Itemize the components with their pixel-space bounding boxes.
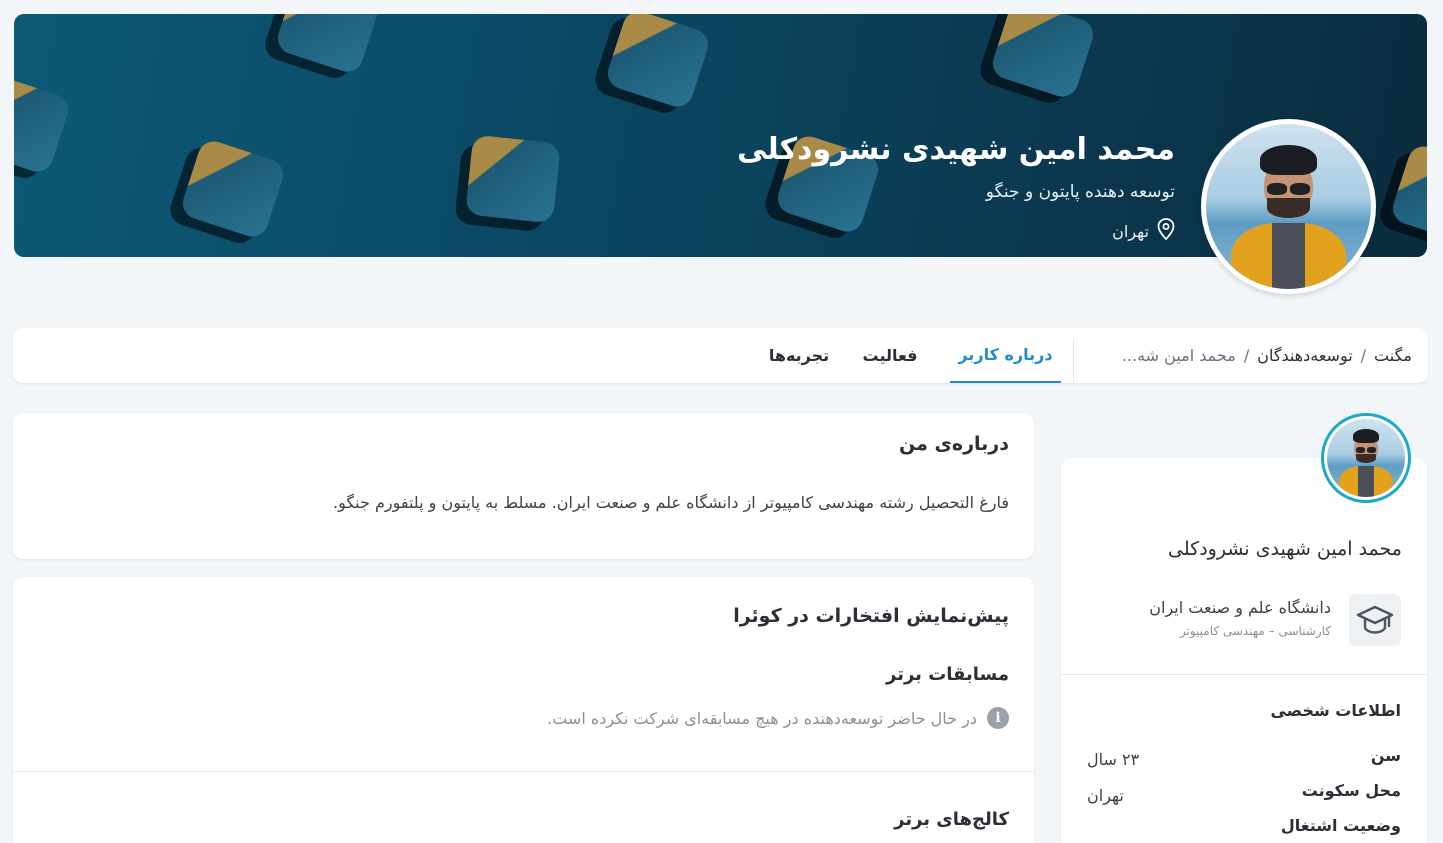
section-divider [13, 771, 1034, 772]
profile-location: تهران [1112, 218, 1175, 244]
location-text: تهران [1112, 221, 1149, 241]
profile-avatar [1201, 119, 1376, 294]
cover-decoration [178, 137, 288, 241]
cover-decoration [14, 72, 73, 176]
competitions-empty-note: i در حال حاضر توسعه‌دهنده در هیچ مسابقه‌… [547, 707, 1009, 729]
about-me-card: درباره‌ی من فارغ التحصیل رشته مهندسی کام… [13, 413, 1034, 559]
cover-decoration [988, 14, 1098, 101]
cover-decoration [273, 14, 383, 76]
profile-name: محمد امین شهیدی نشرودکلی [737, 132, 1175, 167]
sidebar-profile-name: محمد امین شهیدی نشرودکلی [1168, 538, 1402, 560]
about-me-text: فارغ التحصیل رشته مهندسی کامپیوتر از دان… [332, 493, 1009, 512]
tab-experiences[interactable]: تجربه‌ها [743, 328, 855, 383]
breadcrumb-home-link[interactable]: مگنت [1374, 346, 1412, 365]
residence-label: محل سکونت [1301, 781, 1401, 800]
breadcrumb-separator: / [1360, 346, 1367, 365]
avatar-image [1206, 124, 1371, 289]
profile-role: توسعه دهنده پایتون و جنگو [985, 182, 1175, 202]
profile-navigation-bar: مگنت / توسعه‌دهندگان / محمد امین شه... د… [13, 328, 1428, 383]
sidebar-profile-card: محمد امین شهیدی نشرودکلی دانشگاه علم و ص… [1061, 458, 1427, 843]
breadcrumb-separator: / [1243, 346, 1250, 365]
location-pin-icon [1157, 218, 1175, 244]
sidebar-avatar [1321, 413, 1411, 503]
avatar-image [1327, 419, 1405, 497]
achievements-title: پیش‌نمایش افتخارات در کوئرا [733, 605, 1009, 627]
employment-status-label: وضعیت اشتغال [1280, 816, 1401, 835]
competitions-empty-text: در حال حاضر توسعه‌دهنده در هیچ مسابقه‌ای… [547, 708, 977, 728]
achievements-card: پیش‌نمایش افتخارات در کوئرا مسابقات برتر… [13, 577, 1034, 843]
cover-decoration [603, 14, 713, 111]
breadcrumb: مگنت / توسعه‌دهندگان / محمد امین شه... [1122, 328, 1412, 383]
breadcrumb-current: محمد امین شه... [1121, 346, 1236, 365]
breadcrumb-developers-link[interactable]: توسعه‌دهندگان [1257, 346, 1352, 365]
graduation-cap-icon [1349, 594, 1401, 646]
education-school: دانشگاه علم و صنعت ایران [1149, 598, 1331, 617]
age-label: سن [1370, 746, 1401, 765]
residence-value: تهران [1087, 786, 1124, 805]
cover-decoration [1388, 142, 1427, 246]
info-icon: i [987, 707, 1009, 729]
tab-about-user[interactable]: درباره کاربر [950, 328, 1061, 383]
cover-decoration [465, 134, 561, 224]
tab-divider [1073, 338, 1074, 383]
top-competitions-title: مسابقات برتر [886, 664, 1009, 685]
section-divider [1061, 674, 1427, 675]
about-me-title: درباره‌ی من [898, 433, 1009, 455]
age-value: ۲۳ سال [1087, 750, 1140, 769]
education-degree: کارشناسی – مهندسی کامپیوتر [1179, 624, 1331, 638]
personal-info-title: اطلاعات شخصی [1270, 701, 1401, 720]
top-colleges-title: کالج‌های برتر [894, 809, 1009, 830]
